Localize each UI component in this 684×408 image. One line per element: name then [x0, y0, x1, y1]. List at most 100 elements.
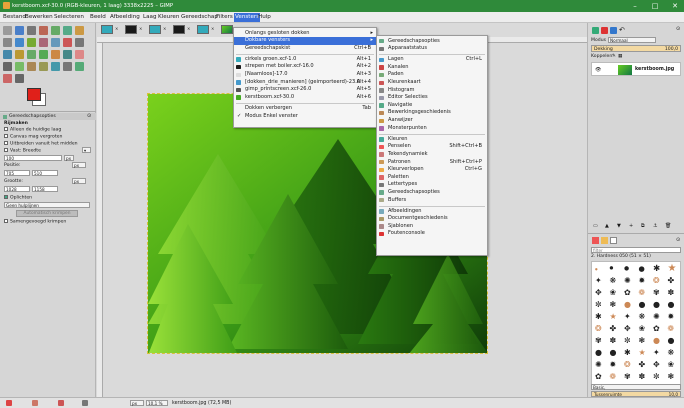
menu-gereedschap[interactable]: Gereedschap — [181, 14, 218, 20]
brush-swatch[interactable]: ✱ — [624, 348, 631, 358]
brush-swatch[interactable]: ● — [653, 336, 660, 346]
fuzzy-select-tool-icon[interactable] — [39, 26, 48, 35]
brush-swatch[interactable]: ❋ — [639, 312, 646, 322]
brush-swatch[interactable]: ✱ — [653, 264, 660, 274]
option-shrink-merged[interactable]: Samengevoegd krimpen — [4, 219, 66, 225]
crop-tool-icon[interactable] — [75, 38, 84, 47]
brush-swatch[interactable]: ● — [668, 300, 675, 310]
flip-tool-icon[interactable] — [51, 50, 60, 59]
quick-mask-icon[interactable] — [6, 400, 12, 406]
menu-laag[interactable]: Laag — [143, 14, 157, 20]
menu-item-gereedschapsopties[interactable]: Gereedschapsopties — [377, 38, 487, 46]
delete-layer-icon[interactable]: 🗑 — [665, 223, 671, 229]
menu-item-kleurenkaart[interactable]: Kleurenkaart — [377, 79, 487, 87]
text-tool-icon[interactable] — [75, 50, 84, 59]
menu-item-sjablonen[interactable]: Sjablonen — [377, 223, 487, 231]
menu-item-dokken-drie-manieren-geimporteerd-23-0[interactable]: [dokken_drie_manieren] (geimporteerd)-23… — [234, 79, 376, 87]
image-tab-thumbnail[interactable] — [221, 25, 233, 34]
menu-item-gereedschapskist[interactable]: Gereedschapskist Ctrl+B — [234, 45, 376, 53]
layer-row[interactable]: 👁 kerstboom.jpg — [591, 62, 681, 76]
checkbox[interactable] — [4, 141, 8, 145]
size-unit-dropdown[interactable]: px — [72, 178, 86, 184]
scale-tool-icon[interactable] — [15, 50, 24, 59]
checkbox[interactable] — [4, 148, 8, 152]
dock-menu-icon[interactable]: ⊙ — [676, 26, 680, 32]
brush-swatch[interactable]: ✹ — [639, 276, 646, 286]
opacity-slider[interactable]: Dekking 100,0 — [591, 45, 681, 52]
brush-swatch[interactable]: ✹ — [668, 312, 675, 322]
rect-select-tool-icon[interactable] — [3, 26, 12, 35]
brush-swatch[interactable]: ✼ — [624, 336, 631, 346]
menu-item-histogram[interactable]: Histogram — [377, 87, 487, 95]
dock-tabs[interactable]: ↶ — [592, 26, 632, 35]
brush-swatch[interactable]: ❋ — [668, 348, 675, 358]
paths-tab-icon[interactable] — [610, 27, 617, 34]
brush-swatch[interactable]: ✱ — [595, 312, 602, 322]
menu-item-dokbare-vensters[interactable]: Dokbare vensters ▸ — [234, 37, 376, 45]
brush-swatch[interactable]: ❃ — [668, 372, 675, 382]
brush-swatch[interactable]: ✹ — [610, 360, 617, 370]
zoom-dropdown[interactable]: 10,1 % — [146, 400, 168, 406]
menu-item-monsterpunten[interactable]: Monsterpunten — [377, 125, 487, 133]
layers-tab-icon[interactable] — [592, 27, 599, 34]
brush-swatch[interactable]: ✺ — [595, 360, 602, 370]
brush-swatch[interactable]: ❃ — [639, 336, 646, 346]
color-picker-tool-icon[interactable] — [15, 38, 24, 47]
brush-swatch[interactable]: ❁ — [610, 372, 617, 382]
brush-swatch[interactable]: ✤ — [639, 360, 646, 370]
mode-dropdown[interactable]: Normaal — [608, 37, 656, 43]
brush-swatch[interactable]: ❁ — [639, 288, 646, 298]
menu-item-tekendynamiek[interactable]: Tekendynamiek — [377, 151, 487, 159]
menu-item-navigatie[interactable]: Navigatie — [377, 102, 487, 110]
gradients-tab-icon[interactable] — [610, 237, 617, 244]
brush-swatch[interactable]: ● — [610, 348, 617, 358]
menu-item-onlangs-gesloten-dokken[interactable]: Onlangs gesloten dokken ▸ — [234, 30, 376, 38]
tool-options-tab[interactable]: Gereedschapsopties ⊙ — [0, 113, 96, 120]
brush-swatch[interactable]: ● — [595, 348, 602, 358]
menu-afbeelding[interactable]: Afbeelding — [110, 14, 140, 20]
menu-item-lettertypes[interactable]: Lettertypes — [377, 181, 487, 189]
brush-preset-dropdown[interactable]: Basic, — [591, 384, 681, 390]
brush-swatch[interactable]: ● — [653, 300, 660, 310]
image-tab-thumbnail[interactable] — [173, 25, 185, 34]
channels-tab-icon[interactable] — [601, 27, 608, 34]
checkbox[interactable] — [4, 219, 8, 223]
paintbrush-tool-icon[interactable] — [39, 62, 48, 71]
perspective-tool-icon[interactable] — [39, 50, 48, 59]
brush-swatch[interactable]: ✿ — [624, 288, 631, 298]
menu-item-gereedschapsopties[interactable]: Gereedschapsopties — [377, 189, 487, 197]
unit-dropdown[interactable]: px — [130, 400, 144, 406]
auto-shrink-button[interactable]: Automatisch krimpen — [16, 210, 78, 217]
pointer-icon[interactable] — [58, 400, 64, 406]
brush-swatch[interactable]: ✼ — [595, 300, 602, 310]
smudge-tool-icon[interactable] — [15, 74, 24, 83]
clone-tool-icon[interactable] — [3, 74, 12, 83]
pencil-tool-icon[interactable] — [27, 62, 36, 71]
menu-item-paletten[interactable]: Paletten — [377, 174, 487, 182]
foreground-select-tool-icon[interactable] — [75, 26, 84, 35]
menu-item-bewerkingsgeschiedenis[interactable]: Bewerkingsgeschiedenis — [377, 109, 487, 117]
tab-close-icon[interactable]: × — [115, 26, 118, 31]
brush-tabs[interactable] — [592, 237, 632, 245]
vertical-ruler[interactable] — [97, 43, 103, 397]
brush-swatch[interactable]: ★ — [610, 312, 617, 322]
menu-item-afbeeldingen[interactable]: Afbeeldingen — [377, 208, 487, 216]
menu-item-cirkels-groen-xcf-1-0[interactable]: cirkels groen.xcf-1.0 Alt+1 — [234, 56, 376, 64]
option-expand-center[interactable]: Uitbreiden vanuit het midden — [4, 141, 78, 147]
option-canvas-grow[interactable]: Canvas mag vergroten — [4, 134, 62, 140]
brush-swatch[interactable]: ✤ — [610, 324, 617, 334]
brush-swatch[interactable]: ✺ — [653, 312, 660, 322]
menu-item-dokken-verbergen[interactable]: Dokken verbergen Tab — [234, 105, 376, 113]
brush-swatch[interactable]: ✿ — [595, 372, 602, 382]
brush-swatch[interactable]: ❂ — [595, 324, 602, 334]
menu-item-penselen[interactable]: Penselen Shift+Ctrl+B — [377, 143, 487, 151]
position-y-field[interactable]: 510 — [32, 170, 58, 176]
new-layer-icon[interactable]: + — [629, 223, 633, 229]
menu-item-paden[interactable]: Paden — [377, 71, 487, 79]
menu-item-lagen[interactable]: Lagen Ctrl+L — [377, 56, 487, 64]
menu-beeld[interactable]: Beeld — [90, 14, 106, 20]
brush-swatch[interactable]: ✺ — [624, 276, 631, 286]
brush-swatch[interactable]: ❂ — [624, 360, 631, 370]
option-current-layer[interactable]: Alleen de huidige laag — [4, 127, 61, 133]
layer-down-icon[interactable]: ▼ — [617, 223, 621, 229]
